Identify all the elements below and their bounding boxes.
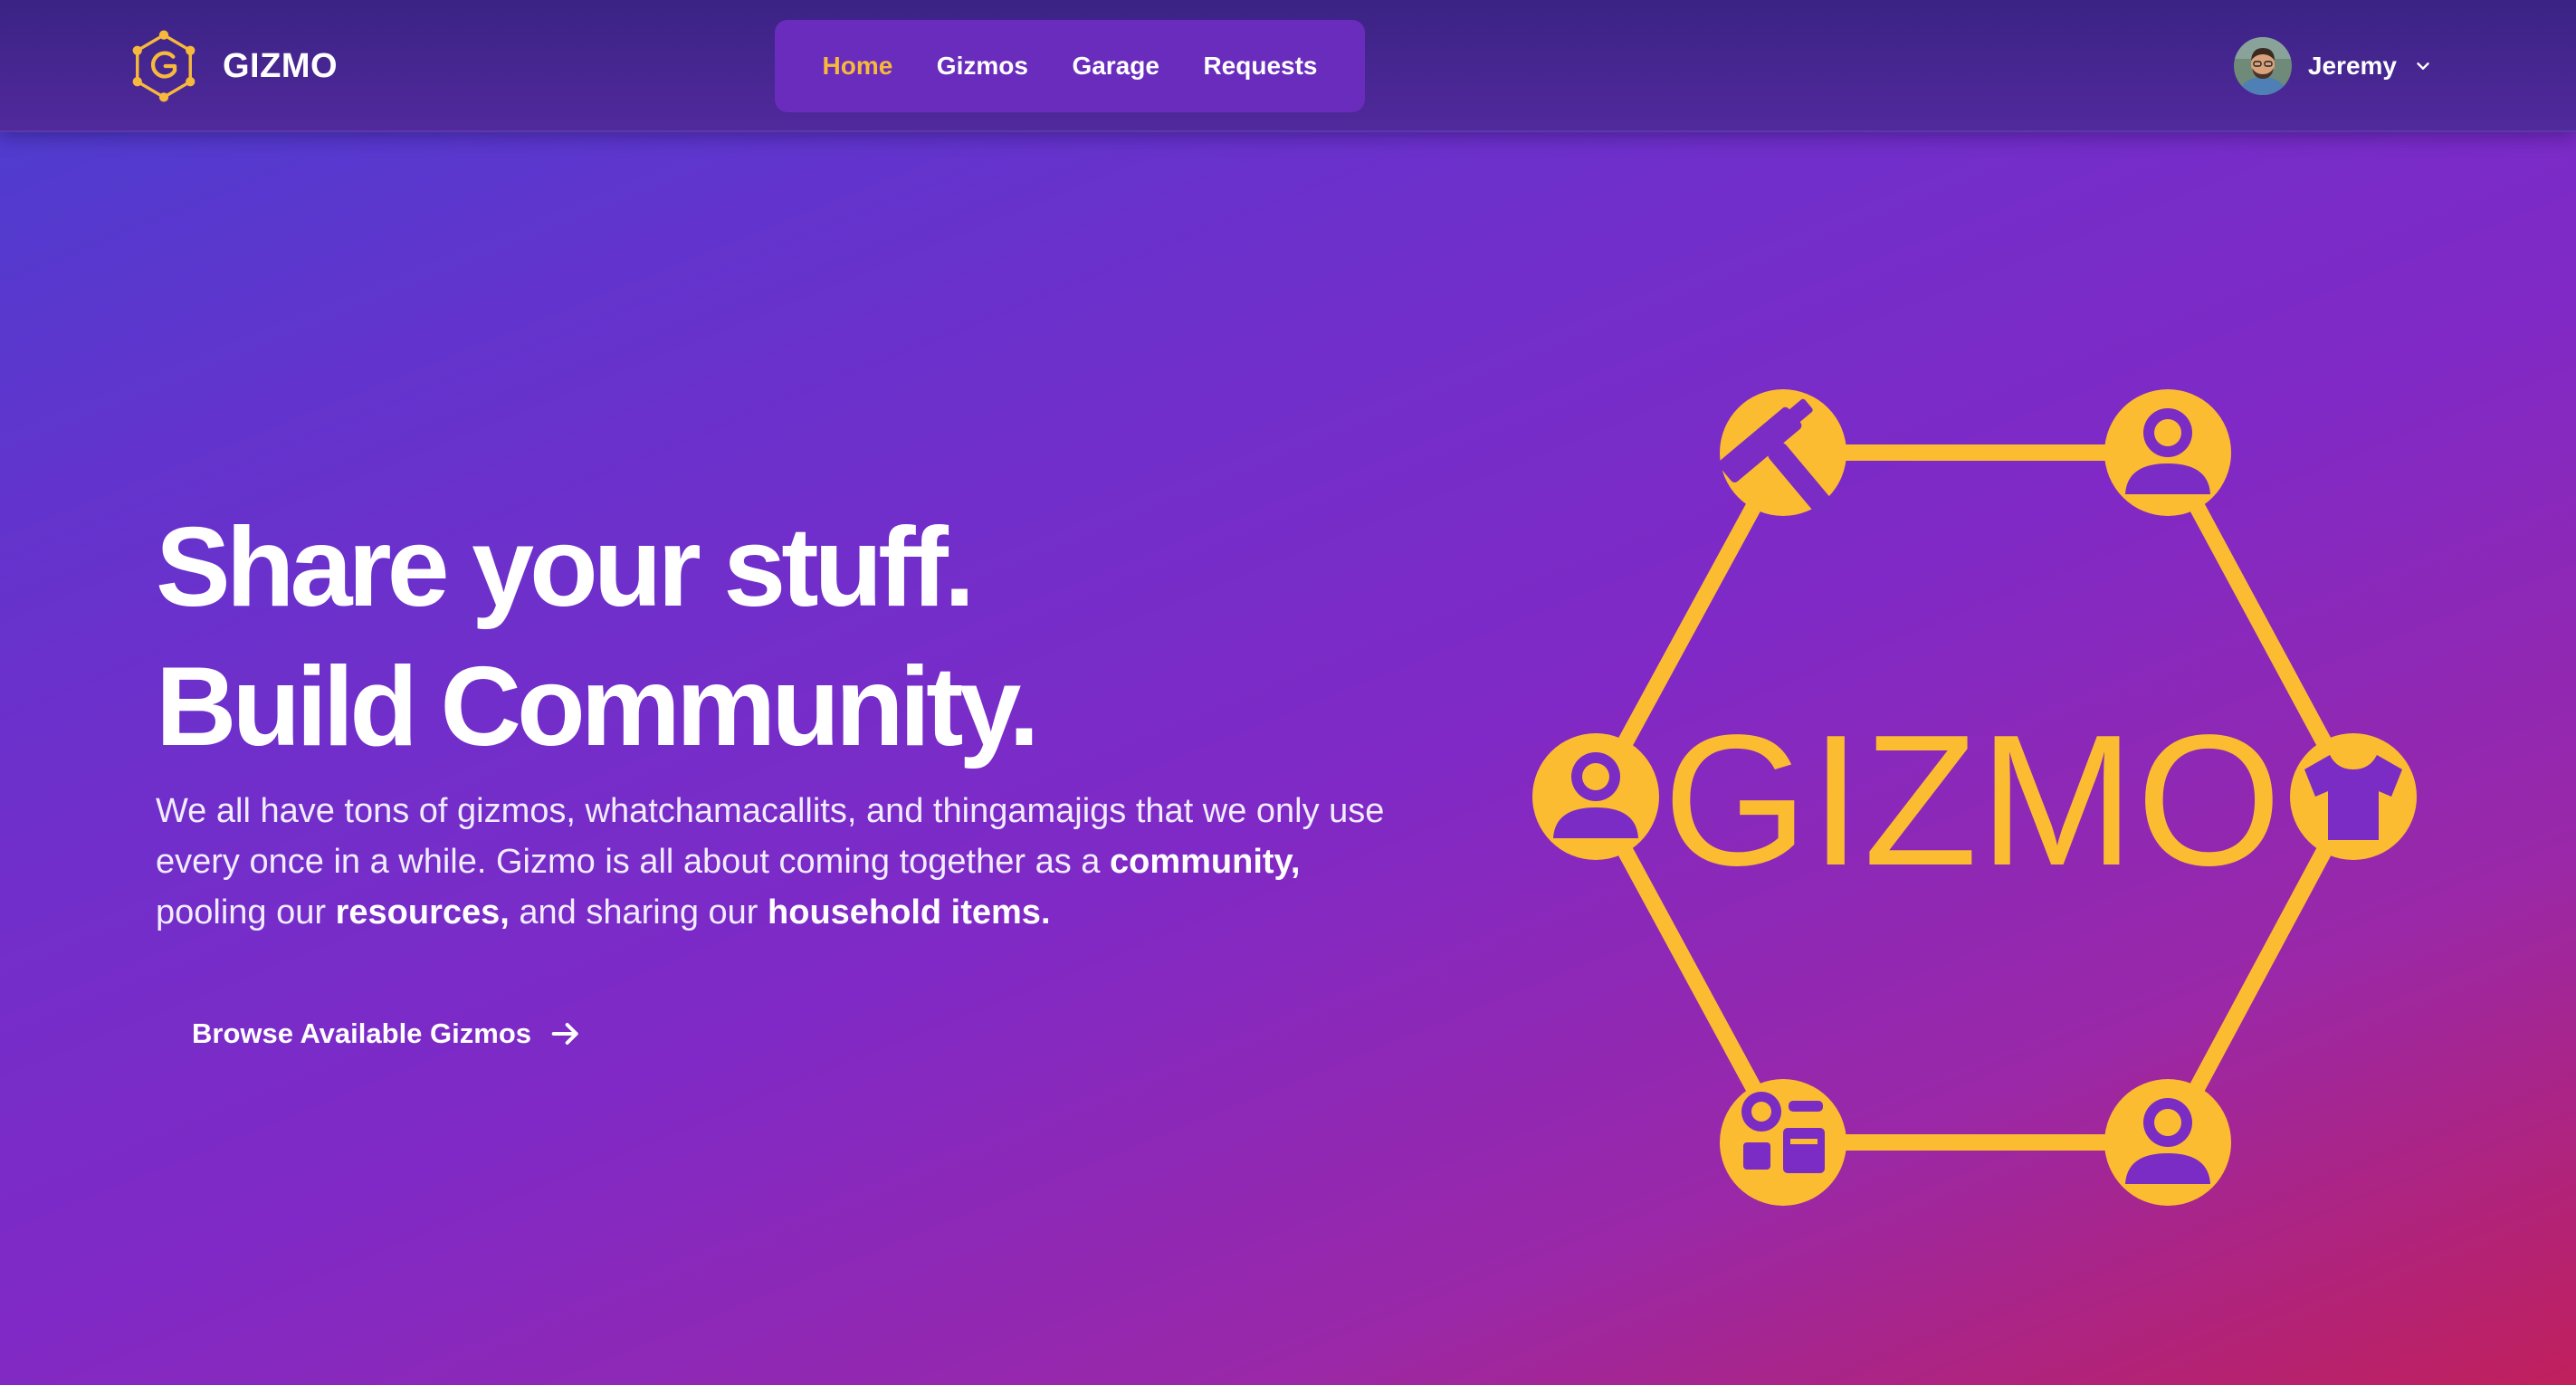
arrow-right-icon bbox=[551, 1023, 578, 1045]
top-navigation-bar: GIZMO Home Gizmos Garage Requests Jeremy bbox=[0, 0, 2576, 132]
nav-gizmos[interactable]: Gizmos bbox=[924, 43, 1041, 90]
nav-garage[interactable]: Garage bbox=[1059, 43, 1172, 90]
hero-description-text: and sharing our bbox=[509, 893, 768, 931]
user-icon bbox=[2104, 1079, 2231, 1206]
appliances-icon bbox=[1720, 1079, 1846, 1206]
hero-title: Share your stuff. Build Community. bbox=[156, 498, 1040, 777]
user-name: Jeremy bbox=[2307, 52, 2397, 80]
hero-highlight-community: community, bbox=[1109, 843, 1301, 881]
user-menu[interactable]: Jeremy bbox=[2233, 34, 2433, 98]
browse-gizmos-link[interactable]: Browse Available Gizmos bbox=[192, 1016, 584, 1052]
app-frame: GIZMO Home Gizmos Garage Requests Jeremy bbox=[0, 0, 2576, 1385]
hero-title-line-2: Build Community. bbox=[156, 645, 1040, 769]
main-nav: Home Gizmos Garage Requests bbox=[775, 20, 1365, 112]
browse-gizmos-label: Browse Available Gizmos bbox=[192, 1017, 531, 1049]
hero-highlight-household-items: household items. bbox=[768, 893, 1051, 931]
avatar bbox=[2233, 37, 2292, 95]
tshirt-icon bbox=[2290, 733, 2417, 860]
brand-link[interactable]: GIZMO bbox=[125, 27, 338, 105]
nav-home[interactable]: Home bbox=[810, 43, 906, 90]
chevron-down-icon bbox=[2417, 62, 2429, 70]
hero-description: We all have tons of gizmos, whatchamacal… bbox=[156, 786, 1387, 938]
gizmo-logo-icon bbox=[132, 30, 196, 102]
hero-title-line-1: Share your stuff. bbox=[156, 505, 975, 630]
nav-requests[interactable]: Requests bbox=[1190, 43, 1330, 90]
hero-description-text: pooling our bbox=[156, 893, 336, 931]
brand-name: GIZMO bbox=[223, 46, 339, 85]
hexagon-network bbox=[1532, 389, 2417, 1206]
user-icon bbox=[1532, 733, 1659, 860]
gizmo-network-illustration: GIZMO bbox=[1521, 380, 2426, 1213]
user-icon bbox=[2104, 389, 2231, 516]
hero-highlight-resources: resources, bbox=[335, 893, 510, 931]
